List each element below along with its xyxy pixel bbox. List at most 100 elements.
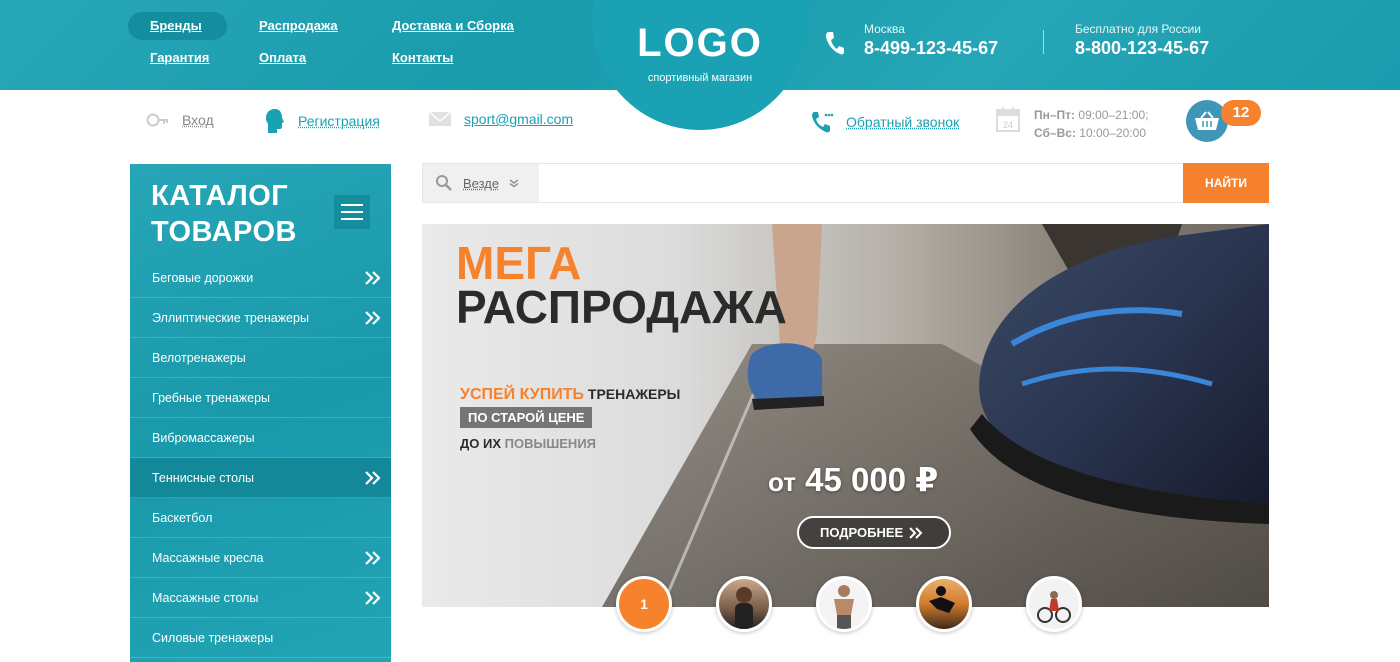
hours-weekdays: 09:00–21:00; <box>1078 108 1149 122</box>
key-icon <box>146 113 168 127</box>
basket-icon <box>1195 111 1219 130</box>
calendar-day: 24 <box>1003 120 1013 130</box>
banner-price: от 45 000 ₽ <box>768 460 938 499</box>
catalog-item-label: Силовые тренажеры <box>152 630 274 645</box>
burger-line <box>341 218 363 220</box>
banner-title: РАСПРОДАЖА <box>456 281 788 333</box>
search-scope-select[interactable]: Везде <box>423 164 539 202</box>
banner-line2: ПО СТАРОЙ ЦЕНЕ <box>460 407 593 428</box>
banner-price-prefix: от <box>768 467 796 497</box>
callback-label[interactable]: Обратный звонок <box>846 114 959 130</box>
catalog-item-label: Беговые дорожки <box>152 270 254 285</box>
logo-text: LOGO <box>637 21 763 65</box>
phone-free-number[interactable]: 8-800-123-45-67 <box>1075 38 1209 59</box>
catalog-item-label: Теннисные столы <box>152 470 255 485</box>
double-chevron-right-icon <box>365 310 381 325</box>
catalog-item[interactable]: Массажные кресла <box>130 538 391 578</box>
callback-phone-icon <box>812 112 834 133</box>
banner-line1-accent: УСПЕЙ КУПИТЬ <box>460 386 585 403</box>
search-scope-label: Везде <box>463 175 500 191</box>
cart-count-badge: 12 <box>1221 100 1261 126</box>
jumping-silhouette-thumb <box>929 586 955 613</box>
catalog-title-line2: ТОВАРОВ <box>151 216 297 248</box>
fitness-woman-thumb <box>735 587 753 629</box>
catalog-menu-toggle[interactable] <box>334 195 370 229</box>
calendar-icon: 24 <box>996 107 1020 132</box>
double-chevron-right-icon <box>365 550 381 565</box>
login-link[interactable]: Вход <box>146 110 214 130</box>
double-chevron-right-icon <box>365 470 381 485</box>
login-label[interactable]: Вход <box>182 112 214 128</box>
nav-contacts[interactable]: Контакты <box>370 44 499 72</box>
search-bar: Везде НАЙТИ <box>422 163 1269 203</box>
catalog-title: КАТАЛОГ ТОВАРОВ <box>151 178 297 250</box>
search-icon <box>436 175 452 191</box>
hours-weekend: 10:00–20:00 <box>1079 126 1147 140</box>
catalog-item[interactable]: Беговые дорожки <box>130 258 391 298</box>
slide-dot-current[interactable]: 1 <box>616 576 672 632</box>
working-hours: 24 Пн–Пт: 09:00–21:00; Сб–Вс: 10:00–20:0… <box>996 106 1148 142</box>
banner-more-button[interactable]: ПОДРОБНЕЕ <box>797 516 952 549</box>
phone-moscow-number[interactable]: 8-499-123-45-67 <box>864 38 998 59</box>
main-nav: Бренды Распродажа Доставка и Сборка Гара… <box>128 12 514 72</box>
logo-tagline: спортивный магазин <box>647 72 753 84</box>
catalog-item-label: Велотренажеры <box>152 350 246 365</box>
banner-line1-rest: ТРЕНАЖЕРЫ <box>587 386 681 402</box>
athlete-man-thumb <box>834 585 854 629</box>
slide-thumb-2[interactable] <box>716 576 772 632</box>
slide-thumb-3[interactable] <box>816 576 872 632</box>
phone-free-label: Бесплатно для России <box>1075 22 1201 36</box>
catalog-item[interactable]: Баскетбол <box>130 498 391 538</box>
banner-line1: УСПЕЙ КУПИТЬ ТРЕНАЖЕРЫ <box>460 386 680 404</box>
phone-moscow-label: Москва <box>864 22 905 36</box>
banner-line3: ДО ИХ ПОВЫШЕНИЯ <box>460 436 596 451</box>
catalog-item-label: Массажные кресла <box>152 550 264 565</box>
catalog-item[interactable]: Эллиптические тренажеры <box>130 298 391 338</box>
slide-thumb-5[interactable] <box>1026 576 1082 632</box>
catalog-item-label: Гребные тренажеры <box>152 390 271 405</box>
callback-link[interactable]: Обратный звонок <box>810 110 959 134</box>
catalog-item[interactable]: Гребные тренажеры <box>130 378 391 418</box>
register-label[interactable]: Регистрация <box>298 113 380 129</box>
banner-more-label: ПОДРОБНЕЕ <box>820 525 904 540</box>
banner-line3-b: ПОВЫШЕНИЯ <box>504 436 597 451</box>
search-button[interactable]: НАЙТИ <box>1183 163 1269 203</box>
catalog-item[interactable]: Велотренажеры <box>130 338 391 378</box>
banner-line3-a: ДО ИХ <box>460 436 501 451</box>
chevron-down-icon <box>509 179 519 188</box>
email-link[interactable]: sport@gmail.com <box>464 111 573 127</box>
catalog-item[interactable]: Теннисные столы <box>130 458 391 498</box>
user-head-icon <box>266 109 284 133</box>
envelope-icon <box>428 111 452 126</box>
phone-divider <box>1043 30 1044 54</box>
catalog-item-label: Эллиптические тренажеры <box>152 310 309 325</box>
double-chevron-right-icon <box>909 526 923 539</box>
slide-thumb-4[interactable] <box>916 576 972 632</box>
nav-delivery[interactable]: Доставка и Сборка <box>370 12 514 40</box>
double-chevron-right-icon <box>365 270 381 285</box>
catalog-title-line1: КАТАЛОГ <box>151 180 289 212</box>
catalog-item-label: Баскетбол <box>152 510 213 525</box>
phone-moscow: Москва 8-499-123-45-67 <box>864 22 998 59</box>
nav-brands[interactable]: Бренды <box>128 12 227 40</box>
banner-price-value: 45 000 ₽ <box>805 461 939 498</box>
nav-warranty[interactable]: Гарантия <box>128 44 227 72</box>
hours-text: Пн–Пт: 09:00–21:00; Сб–Вс: 10:00–20:00 <box>1034 106 1148 142</box>
register-link[interactable]: Регистрация <box>264 108 380 134</box>
nav-payment[interactable]: Оплата <box>237 44 360 72</box>
search-input[interactable] <box>540 164 1184 202</box>
phone-icon <box>825 32 844 55</box>
phone-free: Бесплатно для России 8-800-123-45-67 <box>1075 22 1209 59</box>
burger-line <box>341 211 363 213</box>
hours-weekend-label: Сб–Вс: <box>1034 126 1076 140</box>
catalog-item-label: Вибромассажеры <box>152 430 255 445</box>
email-contact[interactable]: sport@gmail.com <box>428 110 573 128</box>
nav-sale[interactable]: Распродажа <box>237 12 360 40</box>
exercise-bike-thumb <box>1037 591 1071 623</box>
logo[interactable]: LOGO спортивный магазин <box>600 20 800 84</box>
slider-nav: 1 <box>0 576 1400 632</box>
promo-banner: МЕГА РАСПРОДАЖА УСПЕЙ КУПИТЬ ТРЕНАЖЕРЫ П… <box>422 224 1269 607</box>
burger-line <box>341 204 363 206</box>
hours-weekdays-label: Пн–Пт: <box>1034 108 1076 122</box>
catalog-item[interactable]: Вибромассажеры <box>130 418 391 458</box>
